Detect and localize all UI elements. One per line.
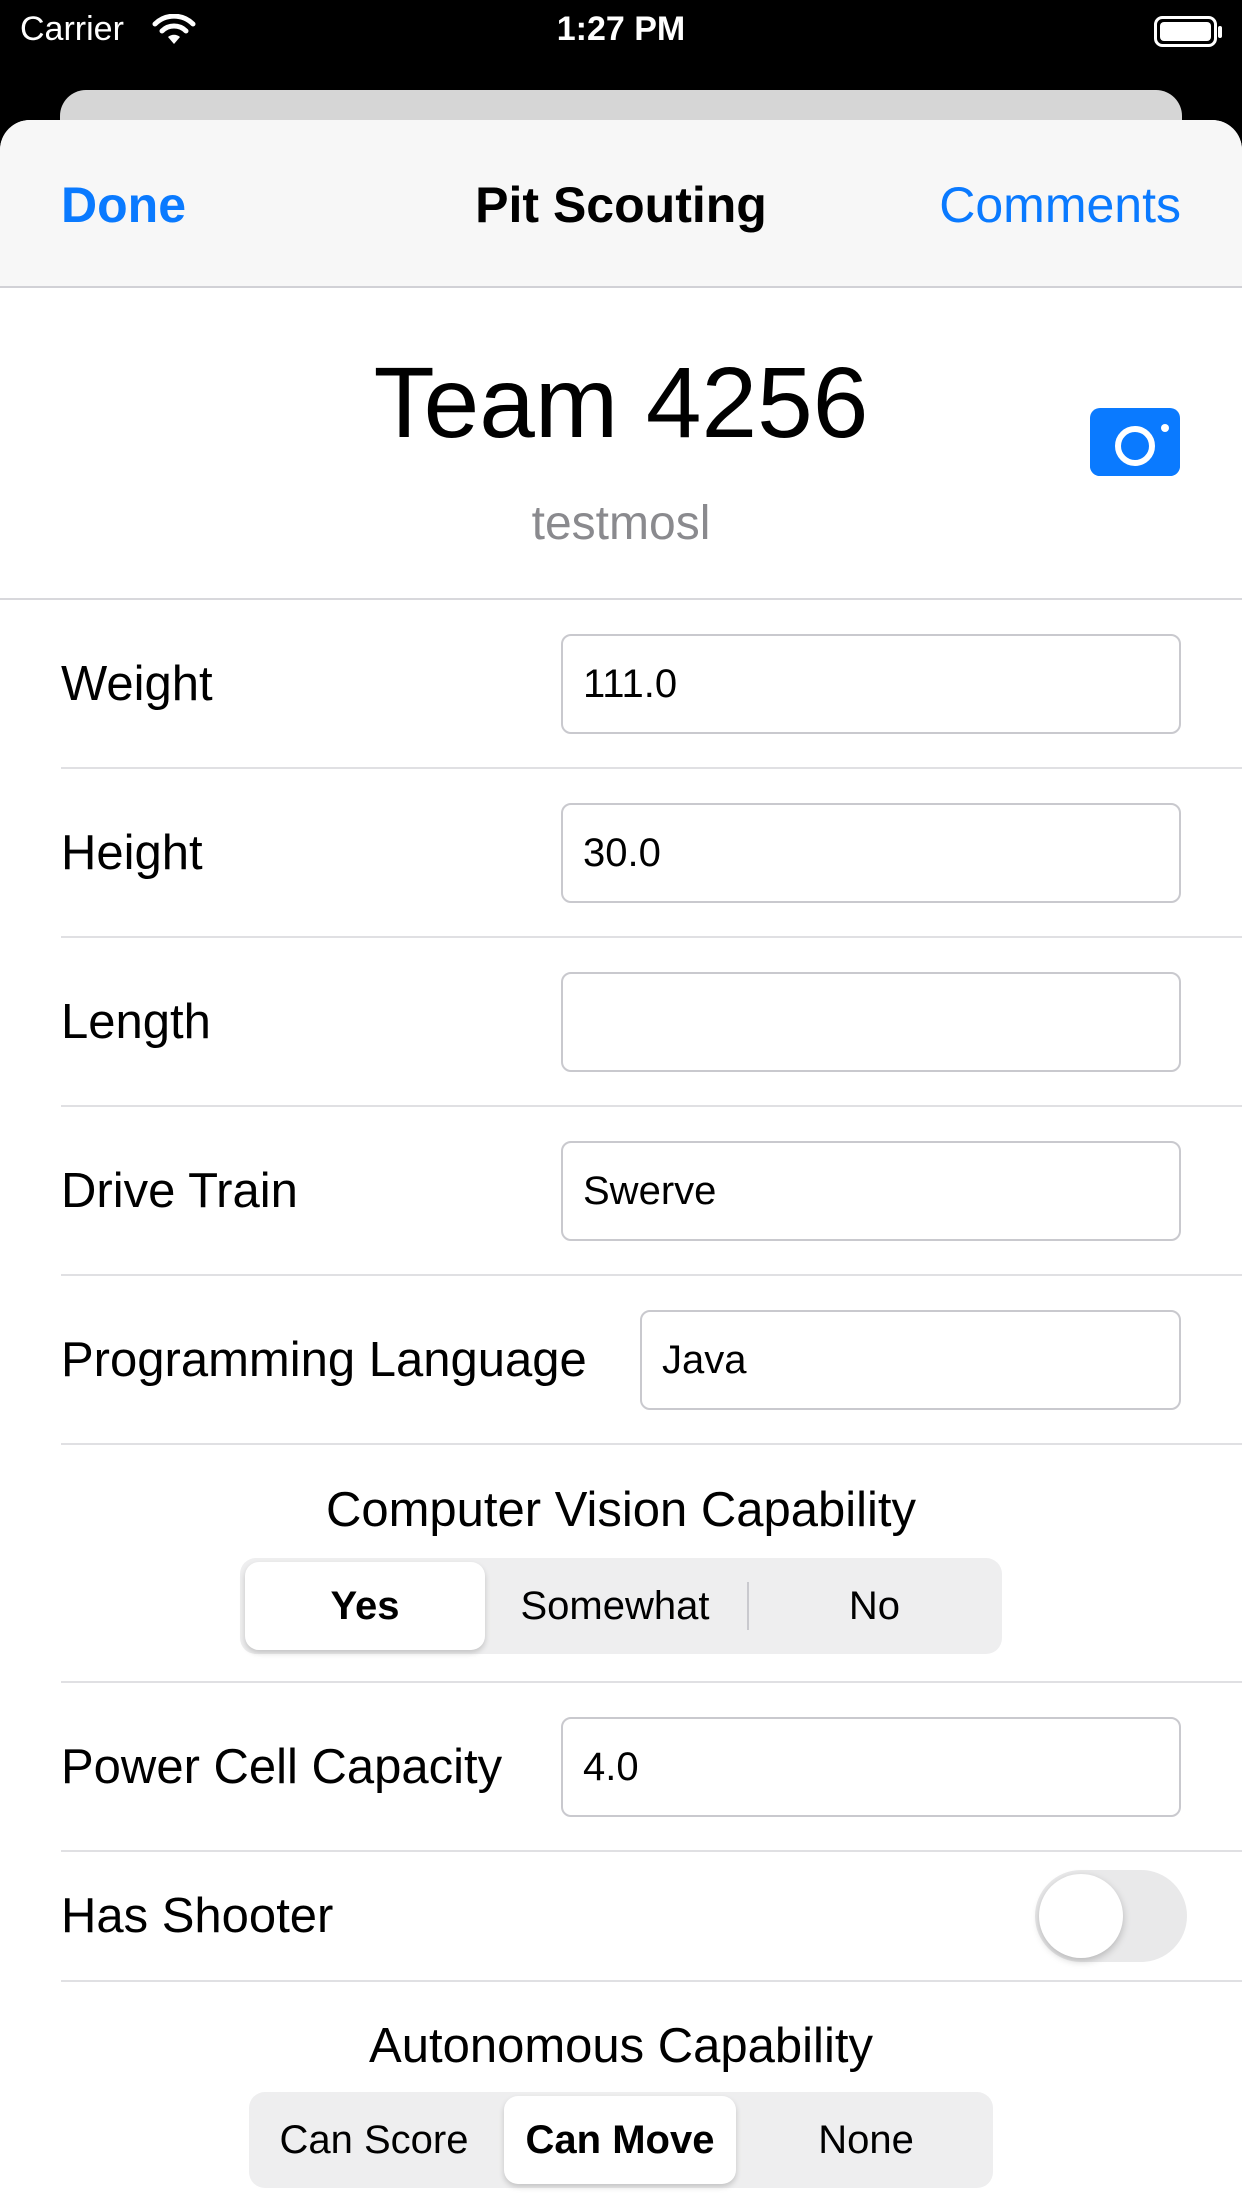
team-header: Team 4256 testmosl <box>0 288 1242 600</box>
autonomous-segmented-control: Can Score Can Move None <box>249 2092 993 2188</box>
autonomous-option-none[interactable]: None <box>744 2096 988 2184</box>
drive-train-input[interactable]: Swerve <box>561 1141 1181 1241</box>
status-time: 1:27 PM <box>556 10 686 48</box>
toggle-knob <box>1039 1874 1123 1958</box>
team-number: Team 4256 <box>373 347 869 459</box>
weight-row: Weight 111.0 <box>61 600 1242 769</box>
navigation-bar: Done Pit Scouting Comments <box>0 120 1242 288</box>
height-row: Height 30.0 <box>61 769 1242 938</box>
programming-language-input[interactable]: Java <box>640 1310 1181 1410</box>
length-row: Length <box>61 938 1242 1107</box>
has-shooter-toggle[interactable] <box>1035 1870 1187 1962</box>
weight-input[interactable]: 111.0 <box>561 634 1181 734</box>
length-input[interactable] <box>561 972 1181 1072</box>
power-cell-row: Power Cell Capacity 4.0 <box>61 1683 1242 1852</box>
power-cell-label: Power Cell Capacity <box>61 1740 503 1794</box>
battery-icon <box>1154 16 1224 57</box>
drive-train-label: Drive Train <box>61 1164 298 1218</box>
camera-icon <box>1090 408 1180 476</box>
pit-scouting-sheet: Done Pit Scouting Comments Team 4256 tes… <box>0 120 1242 2208</box>
power-cell-input[interactable]: 4.0 <box>561 1717 1181 1817</box>
comments-button[interactable]: Comments <box>939 176 1181 234</box>
status-bar: Carrier 1:27 PM <box>0 0 1242 62</box>
has-shooter-label: Has Shooter <box>61 1889 334 1943</box>
height-input[interactable]: 30.0 <box>561 803 1181 903</box>
autonomous-title: Autonomous Capability <box>369 2019 873 2073</box>
camera-button[interactable] <box>1090 408 1180 476</box>
team-name: testmosl <box>531 497 711 550</box>
length-label: Length <box>61 995 211 1049</box>
height-label: Height <box>61 826 203 880</box>
programming-language-row: Programming Language Java <box>61 1276 1242 1445</box>
weight-label: Weight <box>61 657 213 711</box>
vision-row <box>61 1445 1242 1683</box>
programming-language-label: Programming Language <box>61 1333 587 1387</box>
autonomous-option-can-move[interactable]: Can Move <box>504 2096 736 2184</box>
has-shooter-row: Has Shooter <box>61 1852 1242 1982</box>
autonomous-option-can-score[interactable]: Can Score <box>254 2096 494 2184</box>
drive-train-row: Drive Train Swerve <box>61 1107 1242 1276</box>
